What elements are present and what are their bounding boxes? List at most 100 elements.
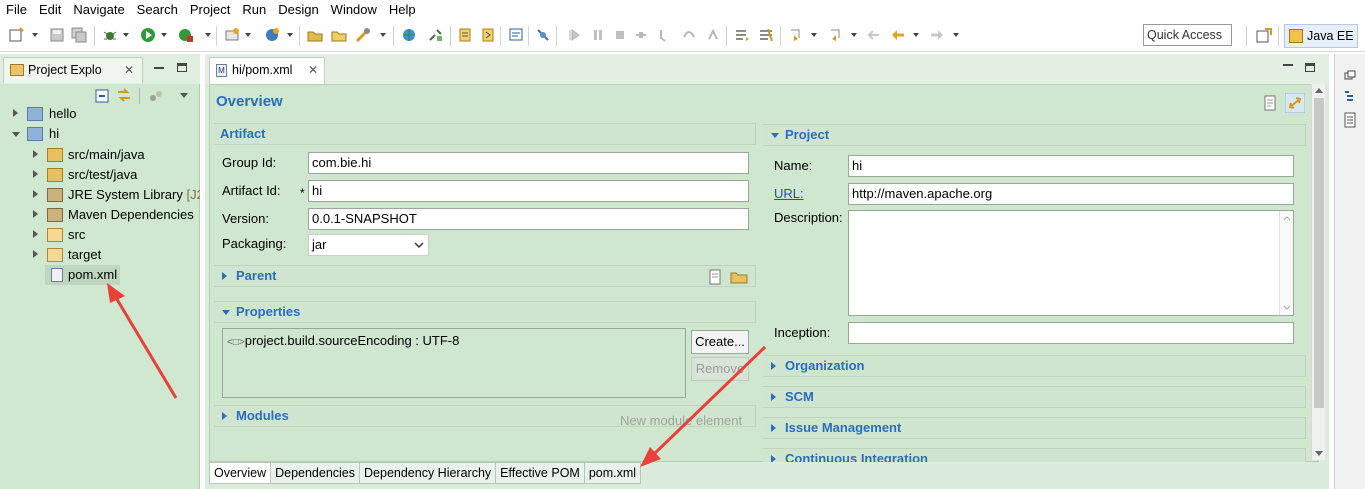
section-scm[interactable]: SCM bbox=[763, 386, 1306, 408]
restore-icon[interactable] bbox=[1344, 70, 1356, 80]
skip-breakpoints-icon[interactable] bbox=[535, 27, 551, 43]
next-edit-icon[interactable] bbox=[788, 27, 804, 43]
perspective-java-ee[interactable]: Java EE bbox=[1284, 24, 1358, 48]
tab-pom-xml[interactable]: M hi/pom.xml ✕ bbox=[209, 57, 325, 84]
quick-access-input[interactable]: Quick Access bbox=[1143, 24, 1232, 46]
create-property-button[interactable]: Create... bbox=[691, 330, 749, 354]
open-type-icon[interactable] bbox=[307, 27, 323, 43]
new-java-class-icon[interactable] bbox=[264, 27, 280, 43]
minimize-icon[interactable] bbox=[1283, 64, 1293, 66]
last-edit-location-icon[interactable] bbox=[865, 27, 881, 43]
run-dropdown-icon[interactable] bbox=[161, 33, 167, 37]
section-organization[interactable]: Organization bbox=[763, 355, 1306, 377]
minimize-icon[interactable] bbox=[154, 67, 164, 69]
artifact-id-field[interactable]: hi bbox=[308, 180, 749, 202]
inception-field[interactable] bbox=[848, 322, 1294, 344]
save-all-icon[interactable] bbox=[71, 27, 87, 43]
scroll-down-icon[interactable] bbox=[1315, 451, 1323, 456]
next-edit-dropdown-icon[interactable] bbox=[811, 33, 817, 37]
editor-scrollbar[interactable] bbox=[1311, 84, 1325, 460]
scroll-thumb[interactable] bbox=[1314, 98, 1324, 408]
section-project[interactable]: Project bbox=[763, 124, 1306, 146]
prev-edit-dropdown-icon[interactable] bbox=[851, 33, 857, 37]
tab-dependencies[interactable]: Dependencies bbox=[271, 462, 361, 484]
task-list-icon[interactable] bbox=[1343, 112, 1357, 128]
view-menu-icon[interactable] bbox=[180, 93, 188, 98]
run-external-tool-icon[interactable] bbox=[178, 27, 194, 43]
console-icon[interactable] bbox=[508, 27, 524, 43]
description-textarea[interactable] bbox=[848, 210, 1294, 316]
scroll-up-icon[interactable] bbox=[1283, 215, 1291, 221]
section-parent[interactable]: Parent bbox=[214, 265, 756, 287]
disconnect-icon[interactable] bbox=[633, 27, 649, 43]
menu-help[interactable]: Help bbox=[383, 1, 422, 19]
url-link[interactable]: URL: bbox=[774, 184, 804, 204]
parent-pom-icon[interactable] bbox=[708, 269, 722, 285]
search-dropdown-icon[interactable] bbox=[380, 33, 386, 37]
save-icon[interactable] bbox=[49, 27, 65, 43]
filter-icon[interactable] bbox=[148, 88, 164, 104]
tree-item-src-main-java[interactable]: src/main/java bbox=[0, 145, 200, 165]
expand-icon[interactable] bbox=[33, 190, 38, 198]
debug-dropdown-icon[interactable] bbox=[123, 33, 129, 37]
menu-file[interactable]: File bbox=[0, 1, 33, 19]
properties-list[interactable]: <□>project.build.sourceEncoding : UTF-8 bbox=[222, 328, 686, 398]
server-dropdown-icon[interactable] bbox=[245, 33, 251, 37]
step-over-icon[interactable] bbox=[681, 27, 697, 43]
tree-item-pom-xml[interactable]: pom.xml bbox=[0, 265, 200, 285]
toggle-mark-icon[interactable] bbox=[758, 27, 774, 43]
expand-icon[interactable] bbox=[771, 424, 776, 432]
list-item[interactable]: <□>project.build.sourceEncoding : UTF-8 bbox=[227, 332, 459, 352]
debug-icon[interactable] bbox=[102, 27, 118, 43]
search-tool-icon[interactable] bbox=[355, 27, 371, 43]
back-dropdown-icon[interactable] bbox=[913, 33, 919, 37]
project-name-field[interactable]: hi bbox=[848, 155, 1294, 177]
collapse-all-icon[interactable] bbox=[95, 89, 109, 103]
prev-edit-icon[interactable] bbox=[826, 27, 842, 43]
java-class-dropdown-icon[interactable] bbox=[287, 33, 293, 37]
scroll-down-icon[interactable] bbox=[1283, 305, 1291, 311]
version-field[interactable]: 0.0.1-SNAPSHOT bbox=[308, 208, 749, 230]
menu-window[interactable]: Window bbox=[325, 1, 383, 19]
section-continuous-integration[interactable]: Continuous Integration bbox=[763, 448, 1306, 462]
show-effective-pom-icon[interactable] bbox=[1262, 95, 1278, 111]
forward-icon[interactable] bbox=[929, 27, 945, 43]
suspend-icon[interactable] bbox=[590, 27, 606, 43]
section-issue-management[interactable]: Issue Management bbox=[763, 417, 1306, 439]
expand-icon[interactable] bbox=[33, 230, 38, 238]
expand-icon[interactable] bbox=[771, 455, 776, 462]
tree-item-maven-dependencies[interactable]: Maven Dependencies bbox=[0, 205, 200, 225]
annotation-next-icon[interactable] bbox=[480, 27, 496, 43]
section-properties[interactable]: Properties bbox=[214, 301, 756, 323]
step-into-icon[interactable] bbox=[657, 27, 673, 43]
expand-icon[interactable] bbox=[222, 272, 227, 280]
collapse-icon[interactable] bbox=[12, 132, 20, 137]
tree-item-hello[interactable]: hello bbox=[0, 104, 200, 124]
close-icon[interactable]: ✕ bbox=[124, 58, 134, 82]
forward-dropdown-icon[interactable] bbox=[953, 33, 959, 37]
open-perspective-icon[interactable] bbox=[1256, 28, 1272, 44]
collapse-icon[interactable] bbox=[222, 310, 230, 315]
expand-icon[interactable] bbox=[13, 109, 18, 117]
back-icon[interactable] bbox=[890, 27, 906, 43]
step-return-icon[interactable] bbox=[705, 27, 721, 43]
build-icon[interactable] bbox=[428, 27, 444, 43]
tree-item-hi[interactable]: hi bbox=[0, 124, 200, 144]
tree-item-src-test-java[interactable]: src/test/java bbox=[0, 165, 200, 185]
packaging-select[interactable]: jar bbox=[308, 234, 429, 256]
tab-dependency-hierarchy[interactable]: Dependency Hierarchy bbox=[360, 462, 497, 484]
maximize-icon[interactable] bbox=[177, 63, 187, 72]
tree-item-jre-system-library[interactable]: JRE System Library [J2S bbox=[0, 185, 200, 205]
remove-property-button[interactable]: Remove bbox=[691, 357, 749, 381]
expand-icon[interactable] bbox=[33, 210, 38, 218]
project-url-field[interactable]: http://maven.apache.org bbox=[848, 183, 1294, 205]
collapse-icon[interactable] bbox=[771, 133, 779, 138]
scroll-up-icon[interactable] bbox=[1315, 88, 1323, 93]
globe-icon[interactable] bbox=[401, 27, 417, 43]
annotation-prev-icon[interactable] bbox=[457, 27, 473, 43]
maximize-icon[interactable] bbox=[1305, 63, 1315, 72]
tab-project-explorer[interactable]: Project Explo ✕ bbox=[3, 57, 143, 83]
expand-icon[interactable] bbox=[771, 393, 776, 401]
new-icon[interactable] bbox=[8, 27, 24, 43]
expand-icon[interactable] bbox=[33, 250, 38, 258]
